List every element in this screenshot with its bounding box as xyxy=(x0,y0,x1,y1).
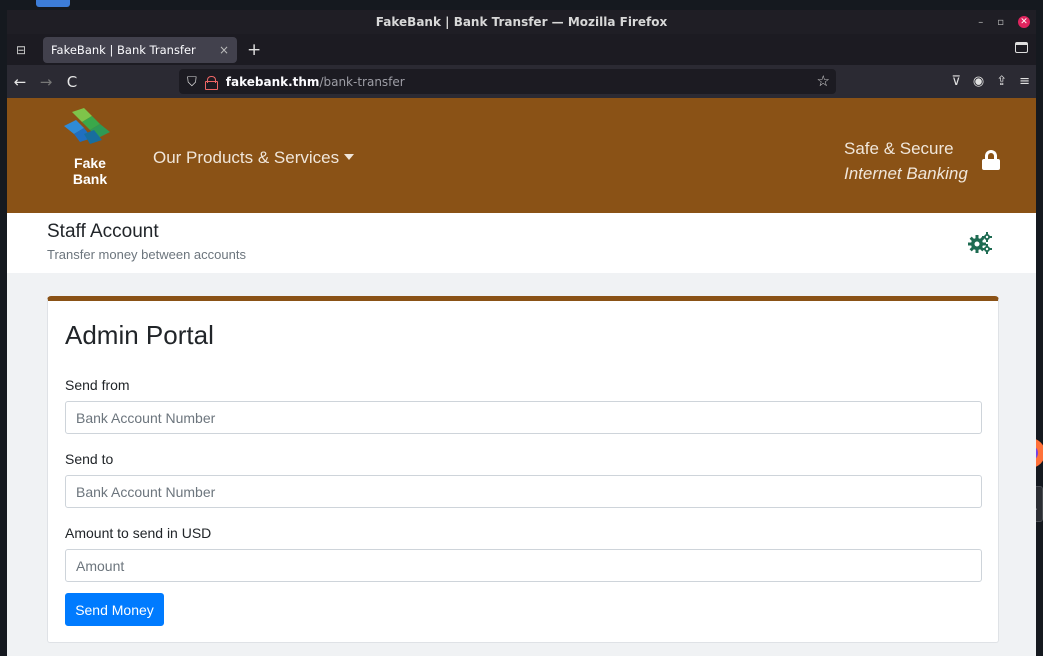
send-from-label: Send from xyxy=(65,377,130,393)
toolbar-right: ⊽ ◉ ⇪ ≡ xyxy=(951,65,1030,98)
caret-down-icon xyxy=(344,154,355,161)
browser-window: FakeBank | Bank Transfer — Mozilla Firef… xyxy=(7,10,1036,656)
logo-mark-icon xyxy=(64,108,110,144)
tagline-line1: Safe & Secure xyxy=(844,139,954,158)
list-tabs-icon[interactable]: ⊟ xyxy=(7,43,35,57)
new-tab-button[interactable]: + xyxy=(247,40,261,60)
account-icon[interactable]: ◉ xyxy=(973,74,984,89)
navigation-bar: ← → C ⛉ fakebank.thm /bank-transfer ☆ ⊽ … xyxy=(7,65,1036,98)
menu-icon[interactable]: ≡ xyxy=(1019,74,1030,89)
window-title: FakeBank | Bank Transfer — Mozilla Firef… xyxy=(375,15,668,29)
back-button[interactable]: ← xyxy=(7,73,33,91)
reload-button[interactable]: C xyxy=(59,73,85,91)
window-titlebar: FakeBank | Bank Transfer — Mozilla Firef… xyxy=(7,10,1036,34)
send-money-button[interactable]: Send Money xyxy=(65,593,164,626)
tagline-line2: Internet Banking xyxy=(844,164,968,183)
desktop-menu-icon[interactable] xyxy=(36,0,70,7)
logo-text-line2: Bank xyxy=(72,171,108,187)
account-subheader: Staff Account Transfer money between acc… xyxy=(7,213,1036,273)
web-page: Fake Bank Our Products & Services Safe &… xyxy=(7,98,1036,656)
site-header: Fake Bank Our Products & Services Safe &… xyxy=(7,98,1036,213)
gears-icon[interactable] xyxy=(967,231,993,255)
tab-overview-icon[interactable] xyxy=(1015,42,1028,53)
tab-bank-transfer[interactable]: FakeBank | Bank Transfer × xyxy=(43,36,237,63)
account-title: Staff Account xyxy=(47,221,159,242)
tab-close-icon[interactable]: × xyxy=(219,43,229,57)
portal-heading: Admin Portal xyxy=(65,320,214,350)
star-icon[interactable]: ☆ xyxy=(817,72,830,90)
maximize-button[interactable]: ▫ xyxy=(997,17,1004,28)
amount-label: Amount to send in USD xyxy=(65,525,212,541)
send-to-input[interactable] xyxy=(65,475,982,508)
amount-input[interactable] xyxy=(65,549,982,582)
url-bar[interactable]: ⛉ fakebank.thm /bank-transfer ☆ xyxy=(179,69,836,94)
admin-portal-card: Admin Portal Send from Send to Amount to… xyxy=(47,296,999,643)
account-subtitle: Transfer money between accounts xyxy=(47,247,246,262)
tab-bar: ⊟ FakeBank | Bank Transfer × + xyxy=(7,34,1036,65)
url-host: fakebank.thm xyxy=(225,74,320,89)
close-window-button[interactable]: ✕ xyxy=(1018,16,1030,28)
forward-button[interactable]: → xyxy=(33,73,59,91)
send-from-input[interactable] xyxy=(65,401,982,434)
fakebank-logo[interactable]: Fake Bank xyxy=(62,108,118,186)
url-path: /bank-transfer xyxy=(319,74,405,89)
padlock-icon xyxy=(982,150,1000,170)
pocket-icon[interactable]: ⊽ xyxy=(951,74,961,89)
lock-icon[interactable] xyxy=(204,75,218,90)
logo-text-line1: Fake xyxy=(74,155,106,171)
minimize-button[interactable]: – xyxy=(978,17,983,28)
tab-title: FakeBank | Bank Transfer xyxy=(51,42,196,57)
extensions-icon[interactable]: ⇪ xyxy=(996,74,1007,89)
products-menu[interactable]: Our Products & Services xyxy=(153,148,355,168)
shield-icon[interactable]: ⛉ xyxy=(187,74,197,90)
send-to-label: Send to xyxy=(65,451,114,467)
products-menu-label: Our Products & Services xyxy=(153,148,340,167)
window-controls: – ▫ ✕ xyxy=(978,10,1030,34)
safe-secure-tagline: Safe & Secure Internet Banking xyxy=(844,136,968,186)
